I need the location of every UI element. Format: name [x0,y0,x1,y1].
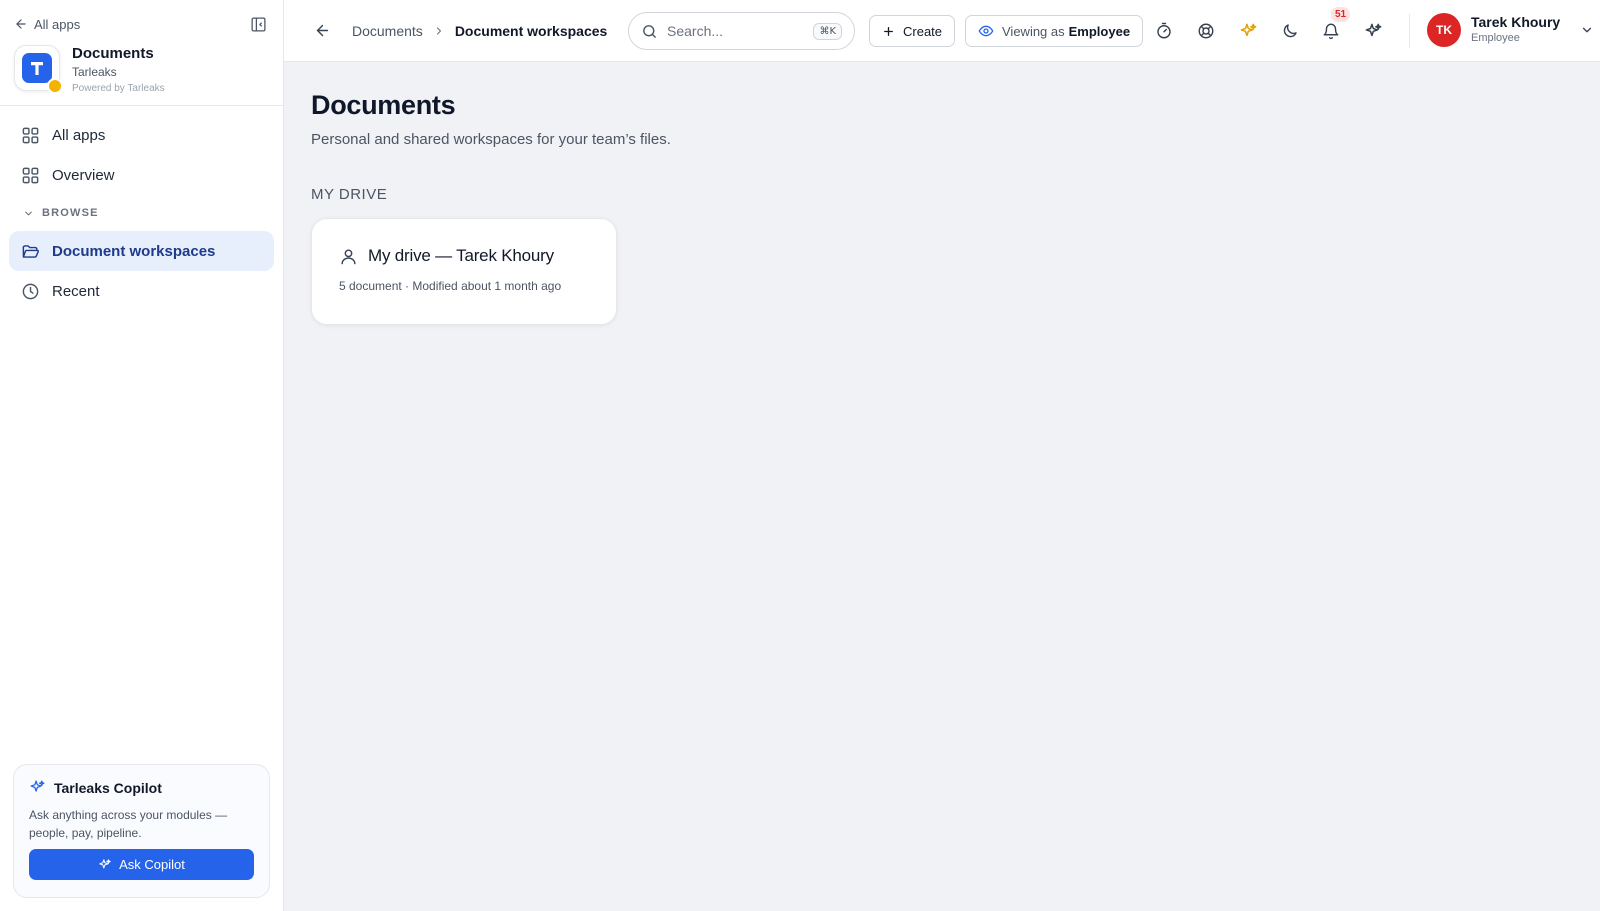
sparkles-icon [98,858,112,872]
copilot-header: Tarleaks Copilot [29,779,254,796]
app-meta: Documents Tarleaks Powered by Tarleaks [72,45,165,96]
user-name: Tarek Khoury [1471,14,1561,30]
sidebar-toggle-icon [250,16,267,33]
search-box[interactable]: ⌘K [628,12,855,50]
notifications-button[interactable]: 51 [1317,7,1351,45]
card-title: My drive — Tarek Khoury [368,246,554,265]
app-header: Documents Tarleaks Powered by Tarleaks [14,45,165,96]
app-org: Tarleaks [72,65,117,79]
copilot-card: Tarleaks Copilot Ask anything across you… [13,764,270,898]
main-area: Documents Document workspaces ⌘K Create [284,0,1600,911]
app-name: Documents [72,45,154,62]
search-icon [641,23,658,40]
grid-icon [21,126,40,145]
sidebar: All apps Documents Tarleaks Powered by T… [0,0,284,911]
sparkles-icon [29,779,46,796]
folder-open-icon [21,242,40,261]
section-label-my-drive: MY DRIVE [311,186,388,203]
my-drive-card[interactable]: My drive — Tarek Khoury 5 document · Mod… [311,218,617,325]
chevron-down-icon [1580,23,1594,37]
chevron-right-icon [433,25,445,37]
sidebar-top-row: All apps [14,14,269,34]
breadcrumb-documents[interactable]: Documents [352,23,423,39]
clock-icon [21,282,40,301]
copilot-button[interactable] [1359,17,1387,45]
arrow-left-icon [14,17,28,31]
page-subtitle: Personal and shared workspaces for your … [311,131,671,148]
eye-icon [978,23,994,39]
breadcrumb: Documents Document workspaces [352,23,607,39]
topbar: Documents Document workspaces ⌘K Create [284,0,1600,62]
chevron-down-icon [23,208,34,219]
breadcrumb-current: Document workspaces [454,22,608,39]
sidebar-item-label: Document workspaces [52,242,216,260]
user-menu[interactable]: TK Tarek Khoury Employee [1427,13,1594,47]
sidebar-section-label: BROWSE [42,207,99,219]
sidebar-nav: All apps Overview BROWSE Document worksp… [9,115,274,311]
sidebar-item-overview[interactable]: Overview [9,155,274,195]
sparkles-icon [1364,22,1383,41]
sparkle-icon [1239,22,1258,41]
create-button-label: Create [903,23,943,39]
avatar: TK [1427,13,1461,47]
bell-icon [1322,22,1340,40]
collapse-sidebar-button[interactable] [247,13,269,35]
viewing-as-button[interactable]: Viewing as Employee [965,15,1144,47]
ask-copilot-label: Ask Copilot [119,857,185,872]
card-title-row: My drive — Tarek Khoury [339,246,589,266]
sidebar-item-document-workspaces[interactable]: Document workspaces [9,231,274,271]
arrow-left-icon [314,22,331,39]
search-input[interactable] [667,23,805,39]
create-button[interactable]: Create [869,15,956,47]
grid-icon [21,166,40,185]
help-button[interactable] [1192,17,1220,45]
viewing-as-role: Employee [1068,23,1131,39]
app-status-badge [47,78,63,94]
sidebar-item-label: Overview [52,166,115,184]
topbar-divider [1409,14,1410,48]
viewing-as-prefix: Viewing as [1002,23,1065,39]
sidebar-item-all-apps[interactable]: All apps [9,115,274,155]
search-shortcut: ⌘K [813,22,842,40]
app-logo-mark [22,53,52,83]
copilot-description: Ask anything across your modules — peopl… [29,808,228,840]
page-title: Documents [311,90,456,120]
sidebar-item-recent[interactable]: Recent [9,271,274,311]
notifications-badge: 51 [1331,7,1351,22]
page-content: Documents Personal and shared workspaces… [311,62,1600,325]
lifebuoy-icon [1197,22,1215,40]
ask-copilot-button[interactable]: Ask Copilot [29,849,254,880]
card-meta: 5 document · Modified about 1 month ago [339,279,562,293]
back-button[interactable] [308,17,336,45]
timer-icon [1155,22,1173,40]
user-icon [339,247,358,266]
app-logo [14,45,63,94]
copilot-title: Tarleaks Copilot [54,779,162,796]
moon-icon [1281,22,1299,40]
timer-button[interactable] [1150,17,1178,45]
all-apps-back-link[interactable]: All apps [14,17,80,32]
sidebar-item-label: Recent [52,282,100,300]
dark-mode-toggle[interactable] [1276,17,1304,45]
ai-highlight-button[interactable] [1234,17,1262,45]
all-apps-back-label: All apps [34,16,81,32]
sidebar-divider [0,105,283,106]
plus-icon [882,25,895,38]
app-powered-by: Powered by Tarleaks [72,83,165,94]
sidebar-item-label: All apps [52,126,106,144]
user-role: Employee [1471,32,1520,44]
user-info: Tarek Khoury Employee [1471,14,1560,46]
sidebar-section-browse[interactable]: BROWSE [9,195,274,231]
